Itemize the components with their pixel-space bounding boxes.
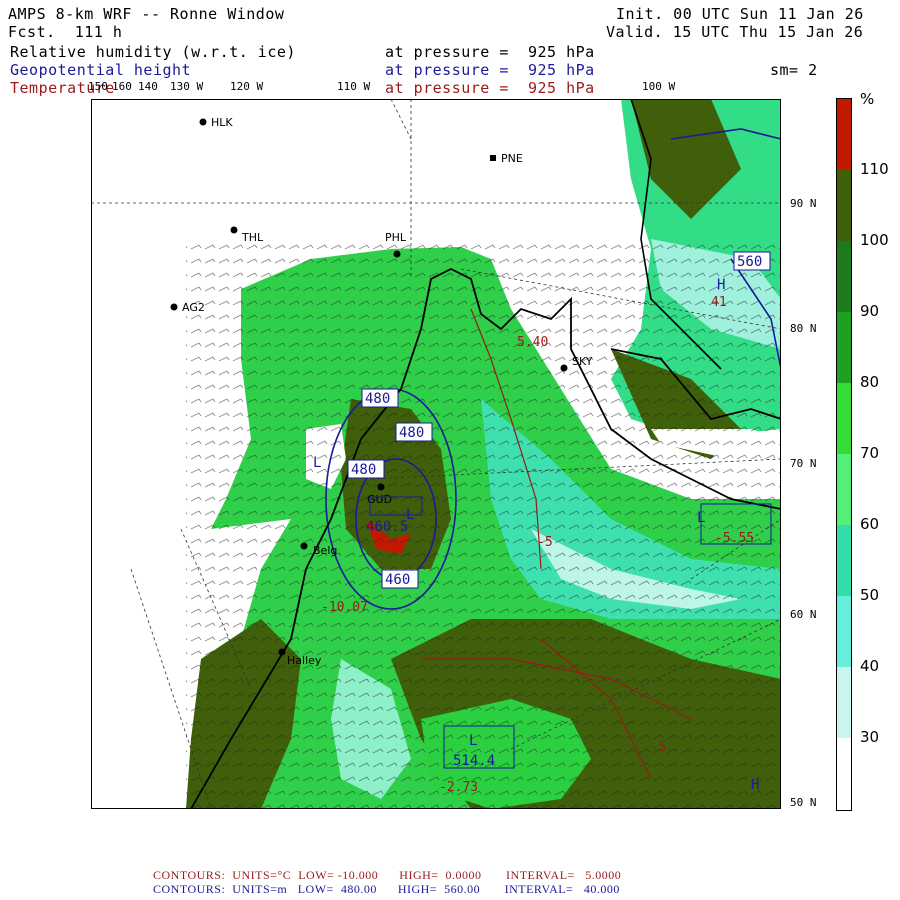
colorbar-swatch-3 (837, 312, 851, 383)
footer-temp-contours: CONTOURS: UNITS=°C LOW= -10.000 HIGH= 0.… (153, 868, 622, 882)
colorbar-swatch-2 (837, 241, 851, 312)
high-marker-south: H (751, 777, 759, 793)
field-temp-level: at pressure = 925 hPa (385, 79, 595, 97)
colorbar-tick-60: 60 (860, 515, 880, 533)
temp-label-minus-5-55: -5.55 (715, 531, 754, 546)
station-halley-marker (278, 648, 286, 656)
colorbar-tick-40: 40 (860, 657, 880, 675)
colorbar-tick-30: 30 (860, 728, 880, 746)
temp-label-minus-10: -10.07 (321, 600, 368, 615)
height-label-514: 514.4 (453, 753, 495, 769)
colorbar-swatch-5 (837, 454, 851, 525)
colorbar (836, 98, 852, 811)
colorbar-unit: % (860, 90, 875, 108)
colorbar-tick-50: 50 (860, 586, 880, 604)
height-label-480-b: 480 (399, 425, 424, 441)
station-pne: PNE (501, 152, 523, 165)
temp-label-41: 41 (711, 295, 727, 310)
station-hlk: HLK (211, 116, 233, 129)
map-title: AMPS 8-km WRF -- Ronne Window (8, 5, 285, 23)
temp-label-minus-2-73: -2.73 (439, 780, 478, 795)
lat-label-70n: 70 N (790, 457, 817, 470)
colorbar-tick-80: 80 (860, 373, 880, 391)
colorbar-tick-100: 100 (860, 231, 889, 249)
station-sky-marker (560, 364, 568, 372)
colorbar-swatch-0 (837, 99, 851, 170)
station-halley: Halley (287, 654, 322, 667)
colorbar-tick-90: 90 (860, 302, 880, 320)
station-pne-marker (490, 155, 496, 161)
rh-map: HLK PNE THL PHL AG2 SKY GUD Belg Halley … (91, 99, 781, 809)
colorbar-swatch-8 (837, 667, 851, 738)
lon-label-110w: 110 W (337, 80, 371, 93)
lat-label-50n: 50 N (790, 796, 817, 809)
station-phl: PHL (385, 231, 407, 244)
lon-label-150: 150 (88, 80, 108, 93)
station-gud: GUD (367, 493, 392, 506)
station-sky: SKY (572, 355, 593, 368)
station-belg-marker (300, 542, 308, 550)
colorbar-tick-70: 70 (860, 444, 880, 462)
init-time: Init. 00 UTC Sun 11 Jan 26 (616, 5, 864, 23)
lon-label-160: 160 (112, 80, 132, 93)
smoothing-label: sm= 2 (770, 61, 818, 79)
temp-label-minus-5-b: -5 (651, 740, 667, 755)
station-ag2: AG2 (182, 301, 205, 314)
station-hlk-marker (199, 118, 207, 126)
lon-label-130w: 130 W (170, 80, 204, 93)
field-rh-level: at pressure = 925 hPa (385, 43, 595, 61)
station-gud-marker (377, 483, 385, 491)
station-thl-marker (230, 226, 238, 234)
colorbar-swatch-7 (837, 596, 851, 667)
colorbar-swatch-4 (837, 383, 851, 454)
colorbar-swatch-1 (837, 170, 851, 241)
footer-height-contours: CONTOURS: UNITS=m LOW= 480.00 HIGH= 560.… (153, 882, 620, 896)
low-marker-cyclone: L (406, 507, 414, 523)
low-marker-west: L (313, 455, 321, 471)
lat-label-60n: 60 N (790, 608, 817, 621)
colorbar-tick-110: 110 (860, 160, 889, 178)
valid-time: Valid. 15 UTC Thu 15 Jan 26 (606, 23, 864, 41)
lon-label-120w: 120 W (230, 80, 264, 93)
field-rh-name: Relative humidity (w.r.t. ice) (10, 43, 296, 61)
field-height-level: at pressure = 925 hPa (385, 61, 595, 79)
height-label-460-b: 460 (385, 572, 410, 588)
forecast-hour: Fcst. 111 h (8, 23, 123, 41)
colorbar-swatch-9 (837, 738, 851, 810)
lon-label-100w: 100 W (642, 80, 676, 93)
height-label-480-a: 480 (365, 391, 390, 407)
height-label-560: 560 (737, 254, 762, 270)
low-marker-south: L (469, 733, 477, 749)
lat-label-90n: 90 N (790, 197, 817, 210)
station-belg: Belg (313, 544, 337, 557)
lon-label-140: 140 (138, 80, 158, 93)
temp-label-5-40: 5.40 (517, 335, 548, 350)
station-thl: THL (241, 231, 264, 244)
station-ag2-marker (170, 303, 178, 311)
station-phl-marker (393, 250, 401, 258)
height-label-460: 460.5 (366, 519, 408, 535)
lat-label-80n: 80 N (790, 322, 817, 335)
colorbar-swatch-6 (837, 525, 851, 596)
high-marker-east: H (717, 277, 725, 293)
low-marker-east: L (697, 510, 705, 526)
field-height-name: Geopotential height (10, 61, 192, 79)
temp-label-minus-5-a: -5 (537, 535, 553, 550)
height-label-480-c: 480 (351, 462, 376, 478)
